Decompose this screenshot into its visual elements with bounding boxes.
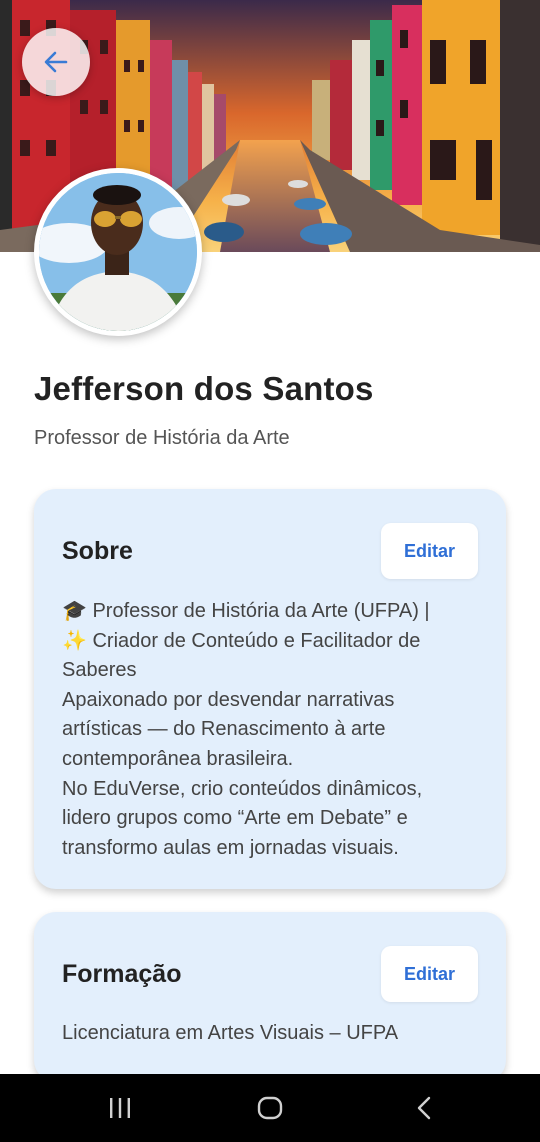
- edit-about-button[interactable]: Editar: [381, 523, 478, 579]
- arrow-left-icon: [44, 51, 68, 73]
- recents-icon: [110, 1098, 130, 1118]
- about-line: ✨ Criador de Conteúdo e Facilitador de: [62, 629, 421, 652]
- system-back-button[interactable]: [384, 1074, 464, 1142]
- avatar-portrait: [39, 173, 197, 331]
- about-line: contemporânea brasileira.: [62, 747, 294, 770]
- about-card: Sobre Editar 🎓 Professor de História da …: [34, 489, 506, 889]
- recents-button[interactable]: [80, 1074, 160, 1142]
- about-line: Saberes: [62, 659, 137, 682]
- back-button[interactable]: [22, 28, 90, 96]
- profile-name: Jefferson dos Santos: [34, 370, 374, 407]
- about-line: No EduVerse, crio conteúdos dinâmicos,: [62, 777, 423, 800]
- education-title: Formação: [62, 960, 182, 988]
- system-navigation-bar: [0, 1074, 540, 1142]
- profile-role: Professor de História da Arte: [34, 427, 290, 449]
- home-icon: [257, 1096, 283, 1120]
- education-card: Formação Editar Licenciatura em Artes Vi…: [34, 912, 506, 1082]
- home-button[interactable]: [230, 1074, 310, 1142]
- back-chevron-icon: [417, 1096, 431, 1120]
- about-line: lidero grupos como “Arte em Debate” e: [62, 807, 408, 830]
- avatar[interactable]: [34, 168, 202, 336]
- education-text: Licenciatura em Artes Visuais – UFPA: [62, 1022, 399, 1044]
- about-line: Apaixonado por desvendar narrativas: [62, 688, 395, 711]
- about-text: 🎓 Professor de História da Arte (UFPA) |…: [62, 597, 482, 863]
- about-line: 🎓 Professor de História da Arte (UFPA) |: [62, 600, 430, 622]
- about-line: artísticas — do Renascimento à arte: [62, 718, 386, 741]
- about-line: transformo aulas em jornadas visuais.: [62, 836, 399, 859]
- about-title: Sobre: [62, 537, 133, 565]
- edit-education-button[interactable]: Editar: [381, 946, 478, 1002]
